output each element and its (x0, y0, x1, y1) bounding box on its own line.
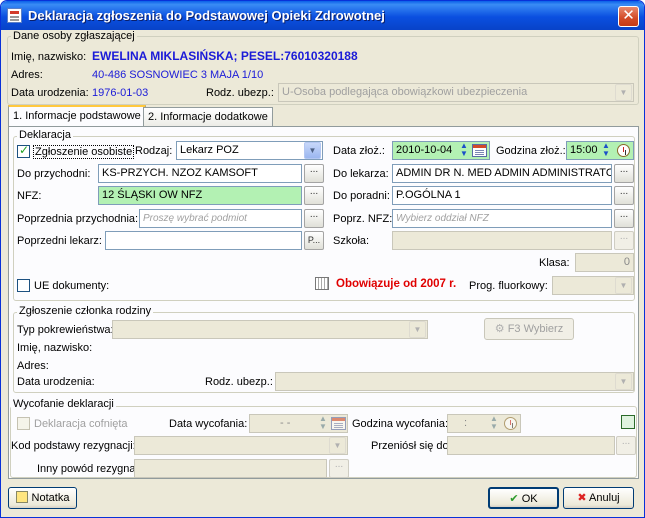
relation-chevron-down-icon[interactable]: ▼ (409, 321, 426, 338)
moved-label: Przeniósł się do: (371, 440, 452, 452)
withdraw-hour-label: Godzina wycofania: (352, 418, 448, 430)
applicant-address-label: Adres: (11, 69, 43, 81)
applicant-insurance-select[interactable]: U-Osoba podlegająca obowiązkowi ubezpiec… (278, 83, 634, 102)
clinic-label: Do przychodni: (17, 168, 91, 180)
hour-label: Godzina złoż.: (496, 145, 566, 157)
calendar-icon[interactable] (472, 144, 487, 157)
refresh-icon[interactable] (621, 415, 635, 429)
type-select[interactable]: Lekarz POZ (176, 141, 323, 160)
ue-docs-label: UE dokumenty: (34, 280, 110, 292)
applicant-birth-label: Data urodzenia: (11, 87, 89, 99)
document-icon (315, 277, 329, 290)
other-reason-label: Inny powód rezygnacji: (37, 463, 149, 475)
hour-spin-icon[interactable]: ▲ ▼ (601, 142, 611, 158)
fluoride-label: Prog. fluorkowy: (469, 280, 548, 292)
reason-code-select[interactable] (134, 436, 348, 455)
type-label: Rodzaj: (135, 145, 173, 157)
doctor-label: Do lekarza: (333, 168, 389, 180)
class-field[interactable]: 0 (575, 253, 634, 272)
other-reason-field[interactable] (134, 459, 327, 478)
prev-nfz-browse-button[interactable]: ... (614, 209, 634, 228)
gear-icon: ⚙ (494, 323, 508, 335)
type-chevron-down-icon[interactable]: ▼ (304, 142, 321, 159)
moved-field[interactable] (447, 436, 615, 455)
relation-select[interactable] (112, 320, 428, 339)
family-name-label: Imię, nazwisko: (17, 342, 93, 354)
prev-clinic-browse-button[interactable]: ... (304, 209, 324, 228)
valid-from-text: Obowiązuje od 2007 r. (336, 278, 457, 290)
date-spin-icon[interactable]: ▲ ▼ (459, 142, 469, 158)
personal-report-label[interactable]: Zgłoszenie osobiste (33, 145, 135, 159)
family-insurance-label: Rodz. ubezp.: (205, 376, 273, 388)
school-field[interactable] (392, 231, 612, 250)
other-reason-browse-button[interactable]: ... (329, 459, 349, 478)
ok-check-icon: ✔ (509, 493, 519, 505)
withdraw-date-spin-icon[interactable]: ▲ ▼ (318, 415, 328, 431)
clinic-field[interactable]: KS-PRZYCH. NZOZ KAMSOFT (98, 164, 302, 183)
declaration-window: Deklaracja zgłoszenia do Podstawowej Opi… (0, 0, 645, 518)
school-browse-button[interactable]: ... (614, 231, 634, 250)
family-insurance-select[interactable] (275, 372, 634, 391)
app-icon (7, 8, 22, 23)
prev-doctor-p-button[interactable]: P... (304, 231, 324, 250)
select-member-button[interactable]: ⚙ F3 Wybierz (484, 318, 574, 340)
tab-panel: Deklaracja Zgłoszenie osobiste Rodzaj: L… (8, 126, 639, 479)
prev-clinic-field[interactable]: Proszę wybrać podmiot (139, 209, 302, 228)
title-bar: Deklaracja zgłoszenia do Podstawowej Opi… (1, 1, 644, 30)
clock-icon[interactable] (617, 144, 630, 157)
class-label: Klasa: (539, 257, 570, 269)
family-address-label: Adres: (17, 360, 49, 372)
withdraw-date-label: Data wycofania: (169, 418, 248, 430)
school-label: Szkoła: (333, 235, 370, 247)
note-button[interactable]: Notatka (8, 487, 77, 509)
ok-button[interactable]: ✔ OK (488, 487, 559, 509)
window-title: Deklaracja zgłoszenia do Podstawowej Opi… (28, 8, 385, 23)
declaration-legend: Deklaracja (17, 129, 73, 141)
ue-docs-checkbox[interactable] (17, 279, 30, 292)
date-label: Data złoż.: (333, 145, 385, 157)
doctor-browse-button[interactable]: ... (614, 164, 634, 183)
applicant-address-value: 40-486 SOSNOWIEC 3 MAJA 1/10 (92, 69, 264, 81)
prev-doctor-field[interactable] (105, 231, 302, 250)
outpatient-label: Do poradni: (333, 190, 390, 202)
prev-nfz-label: Poprz. NFZ: (333, 213, 393, 225)
withdrawn-checkbox[interactable] (17, 417, 30, 430)
prev-doctor-label: Poprzedni lekarz: (17, 235, 102, 247)
clinic-browse-button[interactable]: ... (304, 164, 324, 183)
tab-basic-info[interactable]: 1. Informacje podstawowe (8, 105, 146, 127)
prev-nfz-field[interactable]: Wybierz oddział NFZ (392, 209, 612, 228)
nfz-browse-button[interactable]: ... (304, 186, 324, 205)
applicant-insurance-label: Rodz. ubezp.: (206, 87, 274, 99)
withdrawn-label: Deklaracja cofnięta (34, 418, 128, 430)
tab-additional-info[interactable]: 2. Informacje dodatkowe (143, 107, 273, 127)
applicant-birth-value: 1976-01-03 (92, 87, 149, 99)
close-button[interactable]: ✕ (618, 6, 639, 27)
fluoride-chevron-down-icon[interactable]: ▼ (615, 277, 632, 294)
family-insurance-chevron-down-icon[interactable]: ▼ (615, 373, 632, 390)
withdraw-clock-icon[interactable] (504, 417, 517, 430)
withdraw-calendar-icon[interactable] (331, 417, 346, 430)
outpatient-browse-button[interactable]: ... (614, 186, 634, 205)
moved-browse-button[interactable]: ... (616, 436, 636, 455)
applicant-legend: Dane osoby zgłaszającej (11, 30, 137, 42)
nfz-field[interactable]: 12 ŚLĄSKI OW NFZ (98, 186, 302, 205)
withdraw-hour-spin-icon[interactable]: ▲ ▼ (489, 415, 499, 431)
outpatient-field[interactable]: P.OGÓLNA 1 (392, 186, 612, 205)
cancel-button[interactable]: ✖ Anuluj (563, 487, 634, 509)
reason-code-label: Kod podstawy rezygnacji: (11, 440, 136, 452)
applicant-name-value: EWELINA MIKLASIŃSKA; PESEL:76010320188 (92, 49, 358, 63)
relation-label: Typ pokrewieństwa: (17, 324, 114, 336)
family-birth-label: Data urodzenia: (17, 376, 95, 388)
applicant-name-label: Imię, nazwisko: (11, 51, 87, 63)
family-legend: Zgłoszenie członka rodziny (17, 305, 154, 317)
note-icon (15, 491, 28, 503)
prev-clinic-label: Poprzednia przychodnia: (17, 213, 139, 225)
doctor-field[interactable]: ADMIN DR N. MED ADMIN ADMINISTRATOR (392, 164, 612, 183)
cancel-x-icon: ✖ (577, 492, 587, 504)
withdrawal-legend: Wycofanie deklaracji (11, 398, 116, 410)
reason-code-chevron-down-icon[interactable]: ▼ (329, 437, 346, 454)
applicant-insurance-chevron-down-icon[interactable]: ▼ (615, 84, 632, 101)
nfz-label: NFZ: (17, 190, 42, 202)
personal-report-checkbox[interactable] (17, 143, 30, 158)
